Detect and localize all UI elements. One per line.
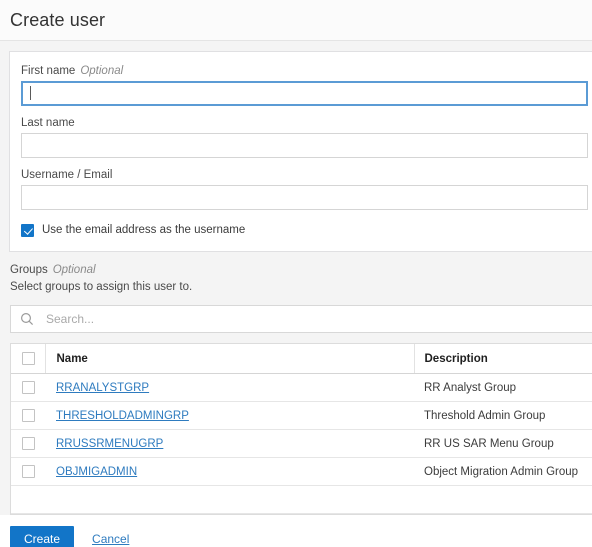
field-first-name: First name Optional: [10, 64, 592, 106]
select-all-wrap: [11, 352, 45, 365]
row-checkbox-cell: [11, 485, 45, 514]
groups-search-input[interactable]: [44, 308, 592, 330]
groups-search-box[interactable]: [10, 305, 592, 333]
select-all-checkbox[interactable]: [21, 352, 35, 365]
column-header-name[interactable]: Name: [45, 344, 415, 374]
groups-table-wrap: Name Description RRANALYSTGRP RR Analyst…: [10, 343, 592, 515]
row-checkbox[interactable]: [21, 465, 35, 478]
groups-table: Name Description RRANALYSTGRP RR Analyst…: [11, 344, 592, 514]
field-username-email: Username / Email: [10, 168, 592, 210]
row-checkbox-wrap: [11, 465, 45, 478]
first-name-input[interactable]: [21, 81, 588, 106]
email-as-username-label: Use the email address as the username: [42, 224, 246, 236]
username-email-input[interactable]: [21, 185, 588, 210]
first-name-optional-tag: Optional: [80, 65, 124, 77]
groups-table-body: RRANALYSTGRP RR Analyst Group THRESHOLDA…: [11, 373, 592, 514]
group-name-link[interactable]: THRESHOLDADMINGRP: [56, 410, 189, 422]
row-checkbox-cell: [11, 429, 45, 458]
email-as-username-checkbox[interactable]: [21, 223, 34, 237]
row-checkbox-cell: [11, 401, 45, 430]
form-panel: First name Optional Last name Username / …: [0, 41, 592, 515]
field-last-name: Last name: [10, 116, 592, 158]
text-caret: [30, 86, 31, 100]
group-name-link[interactable]: RRUSSRMENUGRP: [56, 438, 163, 450]
table-row: RRANALYSTGRP RR Analyst Group: [11, 373, 592, 402]
row-checkbox-cell: [11, 457, 45, 486]
last-name-label: Last name: [21, 116, 588, 130]
group-name-link[interactable]: OBJMIGADMIN: [56, 466, 137, 478]
table-header-row: Name Description: [11, 344, 592, 374]
row-checkbox-wrap: [11, 381, 45, 394]
row-description-cell: Object Migration Admin Group: [414, 457, 592, 486]
group-name-link[interactable]: RRANALYSTGRP: [56, 382, 149, 394]
groups-title: Groups Optional: [10, 263, 592, 277]
page-title: Create user: [10, 9, 106, 30]
column-header-description[interactable]: Description: [414, 344, 592, 374]
row-checkbox-cell: [11, 373, 45, 402]
last-name-input[interactable]: [21, 133, 588, 158]
groups-title-text: Groups: [10, 264, 48, 276]
row-name-cell: [45, 485, 414, 514]
table-row-partial: [11, 485, 592, 514]
cancel-link[interactable]: Cancel: [92, 532, 129, 546]
table-row: RRUSSRMENUGRP RR US SAR Menu Group: [11, 429, 592, 458]
table-row: THRESHOLDADMINGRP Threshold Admin Group: [11, 401, 592, 430]
form-footer: Create Cancel: [0, 515, 592, 547]
username-email-label-text: Username / Email: [21, 169, 113, 181]
row-checkbox[interactable]: [21, 437, 35, 450]
search-icon: [20, 312, 34, 326]
create-button[interactable]: Create: [10, 526, 75, 547]
row-description-cell: RR Analyst Group: [414, 373, 592, 402]
row-checkbox[interactable]: [21, 409, 35, 422]
row-name-cell: THRESHOLDADMINGRP: [45, 401, 414, 430]
page-header: Create user: [0, 0, 592, 41]
user-details-card: First name Optional Last name Username / …: [9, 51, 592, 252]
row-description-cell: [414, 485, 592, 514]
row-name-cell: RRANALYSTGRP: [45, 373, 414, 402]
row-checkbox[interactable]: [21, 381, 35, 394]
row-description-cell: RR US SAR Menu Group: [414, 429, 592, 458]
last-name-label-text: Last name: [21, 117, 75, 129]
row-name-cell: RRUSSRMENUGRP: [45, 429, 414, 458]
row-checkbox-wrap: [11, 437, 45, 450]
email-as-username-row[interactable]: Use the email address as the username: [10, 220, 592, 237]
groups-subtitle: Select groups to assign this user to.: [10, 281, 193, 293]
groups-section: Groups Optional Select groups to assign t…: [0, 252, 592, 515]
username-email-label: Username / Email: [21, 168, 588, 182]
first-name-input-wrap: [21, 81, 588, 106]
first-name-label-text: First name: [21, 65, 76, 77]
row-name-cell: OBJMIGADMIN: [45, 457, 414, 486]
groups-optional-tag: Optional: [52, 264, 96, 276]
groups-table-head: Name Description: [11, 344, 592, 374]
row-checkbox-wrap: [11, 409, 45, 422]
row-description-cell: Threshold Admin Group: [414, 401, 592, 430]
first-name-label: First name Optional: [21, 64, 588, 78]
select-all-header-cell: [11, 344, 46, 374]
table-row: OBJMIGADMIN Object Migration Admin Group: [11, 457, 592, 486]
create-user-page: Create user First name Optional Last name: [0, 0, 592, 547]
